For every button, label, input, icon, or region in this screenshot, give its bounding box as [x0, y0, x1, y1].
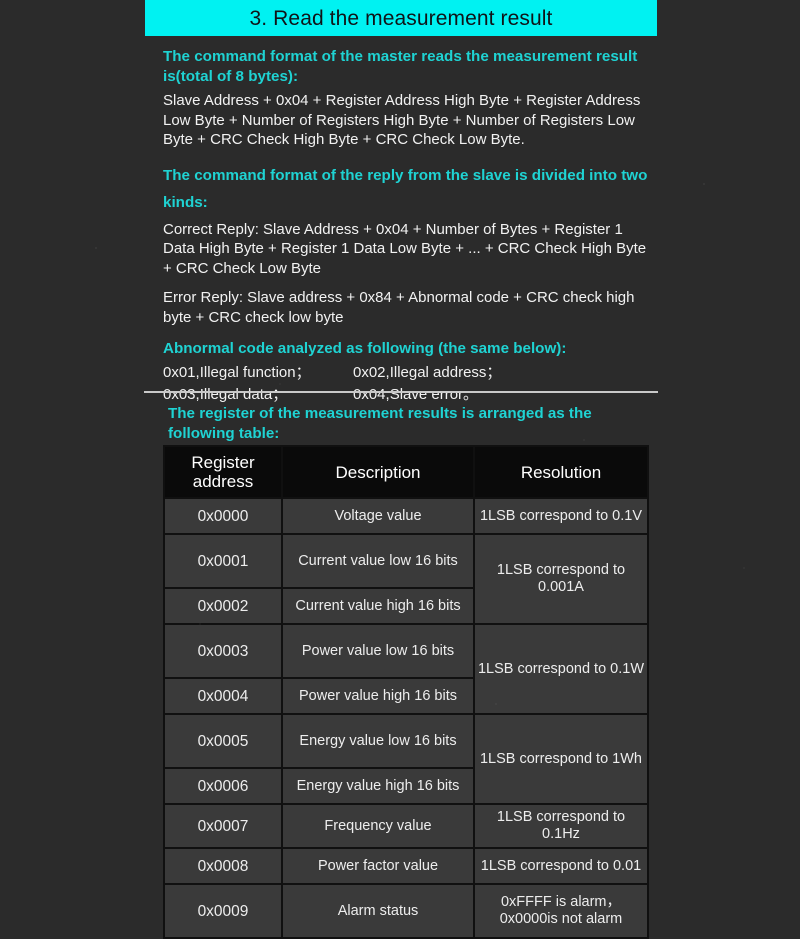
abnormal-code-item: 0x04,Slave error。 — [353, 385, 479, 403]
section-slave-reply: The command format of the reply from the… — [163, 162, 658, 328]
cell-register-address: 0x0000 — [165, 499, 281, 533]
register-table-heading: The register of the measurement results … — [168, 405, 592, 442]
section-title-banner: 3. Read the measurement result — [145, 0, 657, 36]
section-master-command: The command format of the master reads t… — [163, 47, 658, 150]
register-table: Register address Description Resolution … — [163, 445, 649, 939]
cell-register-address: 0x0008 — [165, 849, 281, 883]
section-heading-master-command: The command format of the master reads t… — [163, 48, 638, 85]
cell-register-address: 0x0004 — [165, 679, 281, 713]
cell-resolution: 1LSB correspond to 0.1V — [475, 499, 647, 533]
abnormal-code-item: 0x02,Illegal address； — [353, 364, 502, 381]
cell-description: Energy value high 16 bits — [283, 769, 473, 803]
section-heading-abnormal-codes: Abnormal code analyzed as following (the… — [163, 340, 567, 357]
abnormal-code-item: 0x01,Illegal function； — [163, 364, 311, 381]
register-table-body: 0x0000 Voltage value 1LSB correspond to 0.… — [165, 499, 647, 937]
cell-description: Alarm status — [283, 885, 473, 937]
section-body-correct-reply: Correct Reply: Slave Address + 0x04 + Nu… — [163, 220, 647, 277]
page-title: 3. Read the measurement result — [249, 6, 553, 30]
cell-description: Frequency value — [283, 805, 473, 847]
body-content: The command format of the master reads t… — [163, 47, 658, 416]
cell-register-address: 0x0006 — [165, 769, 281, 803]
table-row: 0x0000 Voltage value 1LSB correspond to 0.… — [165, 499, 647, 533]
cell-description: Power value low 16 bits — [283, 625, 473, 677]
section-heading-slave-reply: The command format of the reply from the… — [163, 166, 648, 211]
column-header-register-address: Register address — [165, 447, 281, 497]
table-row: 0x0005 Energy value low 16 bits 1LSB corre… — [165, 715, 647, 803]
cell-resolution: 1LSB correspond to 1Wh — [475, 715, 647, 803]
cell-register-address: 0x0009 — [165, 885, 281, 937]
register-table-header: Register address Description Resolution — [165, 447, 647, 497]
cell-register-address: 0x0001 — [165, 535, 281, 587]
table-row: 0x0009 Alarm status 0xFFFF is alarm， 0x0000… — [165, 885, 647, 937]
section-abnormal-codes: Abnormal code analyzed as following (the… — [163, 339, 658, 404]
cell-description: Power factor value — [283, 849, 473, 883]
cell-register-address: 0x0005 — [165, 715, 281, 767]
cell-description: Voltage value — [283, 499, 473, 533]
cell-resolution: 1LSB correspond to 0.1W — [475, 625, 647, 713]
section-divider — [144, 391, 658, 393]
cell-register-address: 0x0003 — [165, 625, 281, 677]
document-page: 3. Read the measurement result The comma… — [0, 0, 800, 939]
table-header-row: Register address Description Resolution — [165, 447, 647, 497]
section-body-error-reply: Error Reply: Slave address + 0x84 + Abno… — [163, 289, 635, 326]
table-row: 0x0008 Power factor value 1LSB correspond … — [165, 849, 647, 883]
cell-register-address: 0x0002 — [165, 589, 281, 623]
cell-resolution: 1LSB correspond to 0.001A — [475, 535, 647, 623]
table-row: 0x0001 Current value low 16 bits 1LSB corr… — [165, 535, 647, 623]
cell-resolution: 0xFFFF is alarm， 0x0000is not alarm — [475, 885, 647, 937]
cell-register-address: 0x0007 — [165, 805, 281, 847]
table-row: 0x0007 Frequency value 1LSB correspond to … — [165, 805, 647, 847]
column-header-resolution: Resolution — [475, 447, 647, 497]
cell-description: Power value high 16 bits — [283, 679, 473, 713]
section-body-master-command: Slave Address + 0x04 + Register Address … — [163, 92, 641, 148]
cell-description: Energy value low 16 bits — [283, 715, 473, 767]
cell-description: Current value high 16 bits — [283, 589, 473, 623]
column-header-description: Description — [283, 447, 473, 497]
cell-description: Current value low 16 bits — [283, 535, 473, 587]
table-row: 0x0003 Power value low 16 bits 1LSB corres… — [165, 625, 647, 713]
abnormal-code-item: 0x03,Illegal data； — [163, 385, 288, 403]
cell-resolution: 1LSB correspond to 0.01 — [475, 849, 647, 883]
cell-resolution: 1LSB correspond to 0.1Hz — [475, 805, 647, 847]
abnormal-code-list: 0x01,Illegal function； 0x02,Illegal addr… — [163, 363, 658, 404]
